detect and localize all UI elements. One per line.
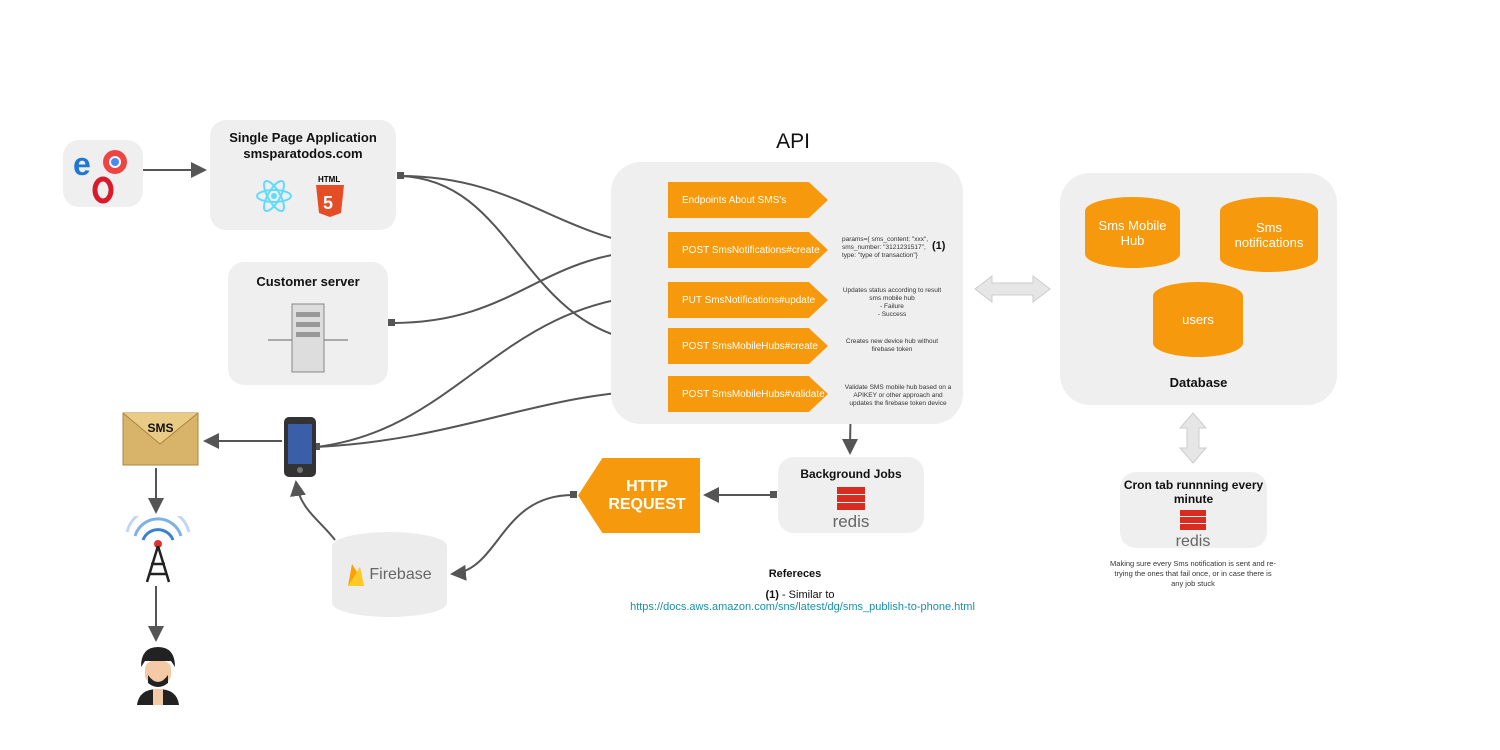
endpoint-sms-notifications-create[interactable]: POST SmsNotifications#create <box>668 232 828 268</box>
reference-text: - Similar to <box>778 589 835 601</box>
hub-create-note: Creates new device hub without firebase … <box>845 338 939 354</box>
api-title: API <box>776 130 810 153</box>
mobile-phone-icon <box>284 417 316 477</box>
redis-logo: redis <box>1176 510 1211 548</box>
reference-link[interactable]: https://docs.aws.amazon.com/sns/latest/d… <box>630 601 975 613</box>
http-request-label: HTTP REQUEST <box>608 477 686 513</box>
svg-text:HTML: HTML <box>318 175 340 184</box>
spa-box: Single Page Application smsparatodos.com… <box>210 120 396 230</box>
endpoint-sms-notifications-update[interactable]: PUT SmsNotifications#update <box>668 282 828 318</box>
cron-note: Making sure every Sms notification is se… <box>1110 559 1276 588</box>
svg-text:e: e <box>73 146 91 182</box>
cron-box: Cron tab runnning every minute redis <box>1120 472 1267 548</box>
react-icon <box>256 179 292 213</box>
sms-envelope: SMS <box>122 412 199 466</box>
browser-icons: e <box>73 146 127 204</box>
background-jobs-box: Background Jobs redis <box>778 457 924 533</box>
redis-logo-text: redis <box>1176 533 1211 548</box>
create-params-note: params={ sms_content: "xxx", sms_number:… <box>842 236 929 260</box>
table-sms-mobile-hub: Sms Mobile Hub <box>1085 197 1180 268</box>
endpoint-sms-mobile-hubs-create[interactable]: POST SmsMobileHubs#create <box>668 328 828 364</box>
database-title: Database <box>1169 375 1228 390</box>
endpoints-header: Endpoints About SMS's <box>668 182 828 218</box>
background-jobs-title: Background Jobs <box>800 467 902 481</box>
browsers-box: e <box>63 140 143 207</box>
hub-validate-note: Validate SMS mobile hub based on a APIKE… <box>844 384 952 408</box>
spa-title: Single Page Application <box>229 130 377 145</box>
cell-tower-icon <box>125 516 191 583</box>
redis-logo-text: redis <box>833 512 870 529</box>
reference-marker: (1) <box>765 589 779 601</box>
sms-label: SMS <box>147 421 174 435</box>
references-title: Refereces <box>768 568 822 580</box>
endpoint-sms-mobile-hubs-validate[interactable]: POST SmsMobileHubs#validate <box>668 376 828 412</box>
firebase-node: Firebase <box>332 532 447 617</box>
customer-server-title: Customer server <box>256 274 360 289</box>
html5-icon: HTML 5 <box>316 175 344 217</box>
table-users: users <box>1153 282 1243 357</box>
update-note: Updates status according to result sms m… <box>842 287 942 319</box>
customer-server-box: Customer server <box>228 262 388 385</box>
ref-marker: (1) <box>932 240 946 252</box>
table-sms-notifications: Sms notifications <box>1220 197 1318 272</box>
svg-text:5: 5 <box>323 193 333 213</box>
http-request-node: HTTP REQUEST <box>578 458 700 533</box>
redis-logo: redis <box>833 487 870 529</box>
person-icon <box>137 647 179 705</box>
firebase-icon <box>348 563 365 586</box>
server-icon <box>268 303 348 373</box>
cron-title: Cron tab runnning every minute <box>1123 478 1264 506</box>
spa-subtitle: smsparatodos.com <box>243 146 363 161</box>
firebase-label: Firebase <box>369 565 432 583</box>
reference-item: (1) - Similar to <box>740 589 860 601</box>
